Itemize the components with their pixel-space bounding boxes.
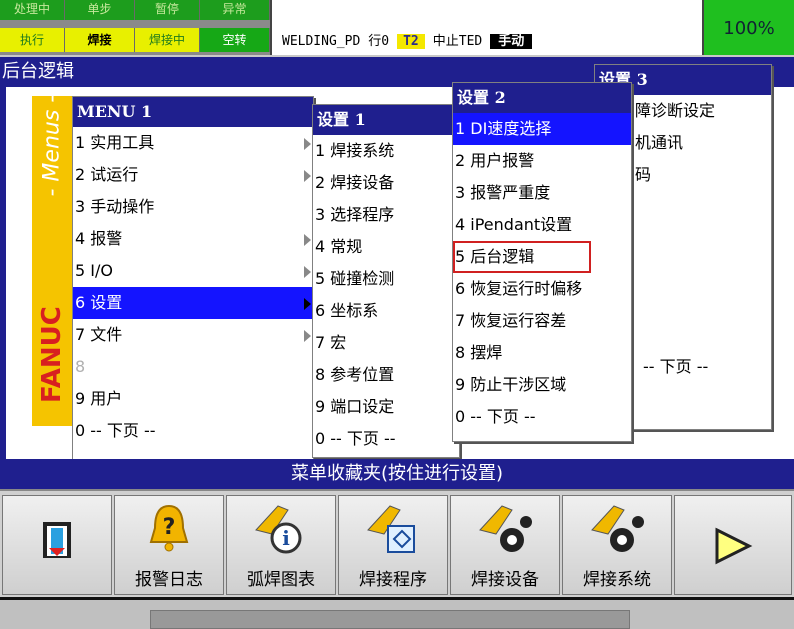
- menu-setup-3-next-page[interactable]: -- 下页 --: [633, 351, 771, 383]
- menu-setup-3-item[interactable]: 机通讯: [633, 127, 771, 159]
- menu-item-utilities[interactable]: 1 实用工具: [73, 127, 313, 159]
- status-welding: 焊接中: [135, 28, 200, 52]
- menu-setup-1-title: 设置 1: [313, 105, 459, 135]
- setup1-item-port-init[interactable]: 9 端口设定: [313, 391, 459, 423]
- setup1-item-general[interactable]: 4 常规: [313, 231, 459, 263]
- status-hold: 暂停: [135, 0, 200, 20]
- setup1-item-frames[interactable]: 6 坐标系: [313, 295, 459, 327]
- submenu-arrow-icon: [304, 234, 311, 246]
- setup2-item-ipendant[interactable]: 4 iPendant设置: [453, 209, 631, 241]
- menu-item-test-cycle[interactable]: 2 试运行: [73, 159, 313, 191]
- arc-weld-chart-button[interactable]: i 弧焊图表: [226, 495, 336, 595]
- menu-setup-3-item[interactable]: 障诊断设定: [633, 95, 771, 127]
- setup2-item-interference[interactable]: 9 防止干涉区域: [453, 369, 631, 401]
- weld-system-icon: [591, 505, 644, 552]
- menu-item-empty: 8: [75, 357, 86, 376]
- setup1-item-weld-equipment[interactable]: 2 焊接设备: [313, 167, 459, 199]
- next-page-button[interactable]: [674, 495, 792, 595]
- setup2-item-resume-tolerance[interactable]: 7 恢复运行容差: [453, 305, 631, 337]
- status-dry-run: 空转: [200, 28, 270, 52]
- program-status: WELDING_PD 行0 T2 中止TED 手动: [282, 30, 540, 49]
- fanuc-logo: FANUC: [37, 306, 67, 403]
- program-line: 行0: [368, 34, 390, 49]
- menu-main: MENU 1 1 实用工具 2 试运行 3 手动操作 4 报警 5 I/O 6 …: [72, 96, 314, 460]
- exit-button[interactable]: [2, 495, 112, 595]
- status-busy: 处理中: [0, 0, 65, 20]
- setup2-item-di-speed-select[interactable]: 1 DI速度选择: [453, 113, 631, 145]
- submenu-arrow-icon: [304, 138, 311, 150]
- menu-main-title: MENU 1: [73, 97, 313, 127]
- menu-item-io[interactable]: 5 I/O: [73, 255, 313, 287]
- weld-system-button[interactable]: 焊接系统: [562, 495, 672, 595]
- weld-equipment-icon: [479, 505, 532, 552]
- menu-item-next-page[interactable]: 0 -- 下页 --: [73, 415, 313, 447]
- menu-item-manual-fctns[interactable]: 3 手动操作: [73, 191, 313, 223]
- menu-setup-3-item[interactable]: [633, 287, 771, 319]
- menu-setup-3-item[interactable]: [633, 223, 771, 255]
- submenu-arrow-icon: [304, 298, 311, 310]
- toolbar-label: 弧焊图表: [247, 570, 315, 590]
- setup2-item-user-alarm[interactable]: 2 用户报警: [453, 145, 631, 177]
- status-run: 执行: [0, 28, 65, 52]
- status-panel: 处理中 单步 暂停 异常 执行 焊接 焊接中 空转: [0, 0, 270, 55]
- speed-override[interactable]: 100%: [702, 0, 794, 55]
- submenu-arrow-icon: [304, 330, 311, 342]
- program-state: 中止TED: [432, 34, 483, 49]
- submenu-arrow-icon: [304, 266, 311, 278]
- menu-setup-3-item[interactable]: 码: [633, 159, 771, 191]
- status-weld: 焊接: [65, 28, 135, 52]
- exit-door-icon: [43, 522, 71, 558]
- weld-chart-icon: i: [255, 505, 302, 554]
- toolbar-label: 焊接设备: [471, 570, 539, 590]
- setup1-item-ref-position[interactable]: 8 参考位置: [313, 359, 459, 391]
- fanuc-menu-banner: - Menus - FANUC: [32, 94, 72, 426]
- setup2-item-next-page[interactable]: 0 -- 下页 --: [453, 401, 631, 433]
- submenu-arrow-icon: [304, 170, 311, 182]
- tool-badge: T2: [397, 34, 425, 49]
- setup2-item-alarm-severity[interactable]: 3 报警严重度: [453, 177, 631, 209]
- menu-setup-1: 设置 1 1 焊接系统 2 焊接设备 3 选择程序 4 常规 5 碰撞检测 6 …: [312, 104, 460, 458]
- mode-badge: 手动: [490, 34, 533, 49]
- setup1-item-prog-select[interactable]: 3 选择程序: [313, 199, 459, 231]
- status-step: 单步: [65, 0, 135, 20]
- setup2-item-background-logic[interactable]: 5 后台逻辑: [453, 241, 591, 273]
- setup2-item-resume-offset[interactable]: 6 恢复运行时偏移: [453, 273, 631, 305]
- setup1-item-macro[interactable]: 7 宏: [313, 327, 459, 359]
- weld-program-button[interactable]: 焊接程序: [338, 495, 448, 595]
- svg-text:?: ?: [163, 515, 176, 540]
- menu-favorites-toolbar: ? 报警日志 i 弧焊图表 焊接程序 焊接设备 焊接系统: [0, 489, 794, 597]
- setup1-item-next-page[interactable]: 0 -- 下页 --: [313, 423, 459, 455]
- menu-setup-3-item[interactable]: [633, 191, 771, 223]
- svg-text:i: i: [282, 526, 290, 550]
- menu-item-file[interactable]: 7 文件: [73, 319, 313, 351]
- horizontal-scrollbar[interactable]: [150, 610, 630, 629]
- menu-setup-2: 设置 2 1 DI速度选择 2 用户报警 3 报警严重度 4 iPendant设…: [452, 82, 632, 442]
- alarm-log-button[interactable]: ? 报警日志: [114, 495, 224, 595]
- favorites-bar[interactable]: 菜单收藏夹(按住进行设置): [0, 459, 794, 489]
- setup1-item-collision[interactable]: 5 碰撞检测: [313, 263, 459, 295]
- status-fault: 异常: [200, 0, 270, 20]
- next-arrow-icon: [715, 527, 753, 565]
- toolbar-label: 焊接程序: [359, 570, 427, 590]
- weld-equipment-button[interactable]: 焊接设备: [450, 495, 560, 595]
- toolbar-label: 焊接系统: [583, 570, 651, 590]
- menus-label: - Menus -: [39, 94, 65, 197]
- menu-item-setup[interactable]: 6 设置: [73, 287, 313, 319]
- menu-item-alarm[interactable]: 4 报警: [73, 223, 313, 255]
- program-name: WELDING_PD: [282, 34, 361, 49]
- menu-item-user[interactable]: 9 用户: [73, 383, 313, 415]
- alarm-bell-icon: ?: [149, 504, 189, 552]
- menu-setup-3-item[interactable]: [633, 319, 771, 351]
- menu-setup-3-item[interactable]: [633, 255, 771, 287]
- menu-setup-2-title: 设置 2: [453, 83, 631, 113]
- weld-program-icon: [367, 505, 415, 553]
- setup1-item-weld-system[interactable]: 1 焊接系统: [313, 135, 459, 167]
- toolbar-label: 报警日志: [135, 570, 203, 590]
- setup2-item-weave[interactable]: 8 摆焊: [453, 337, 631, 369]
